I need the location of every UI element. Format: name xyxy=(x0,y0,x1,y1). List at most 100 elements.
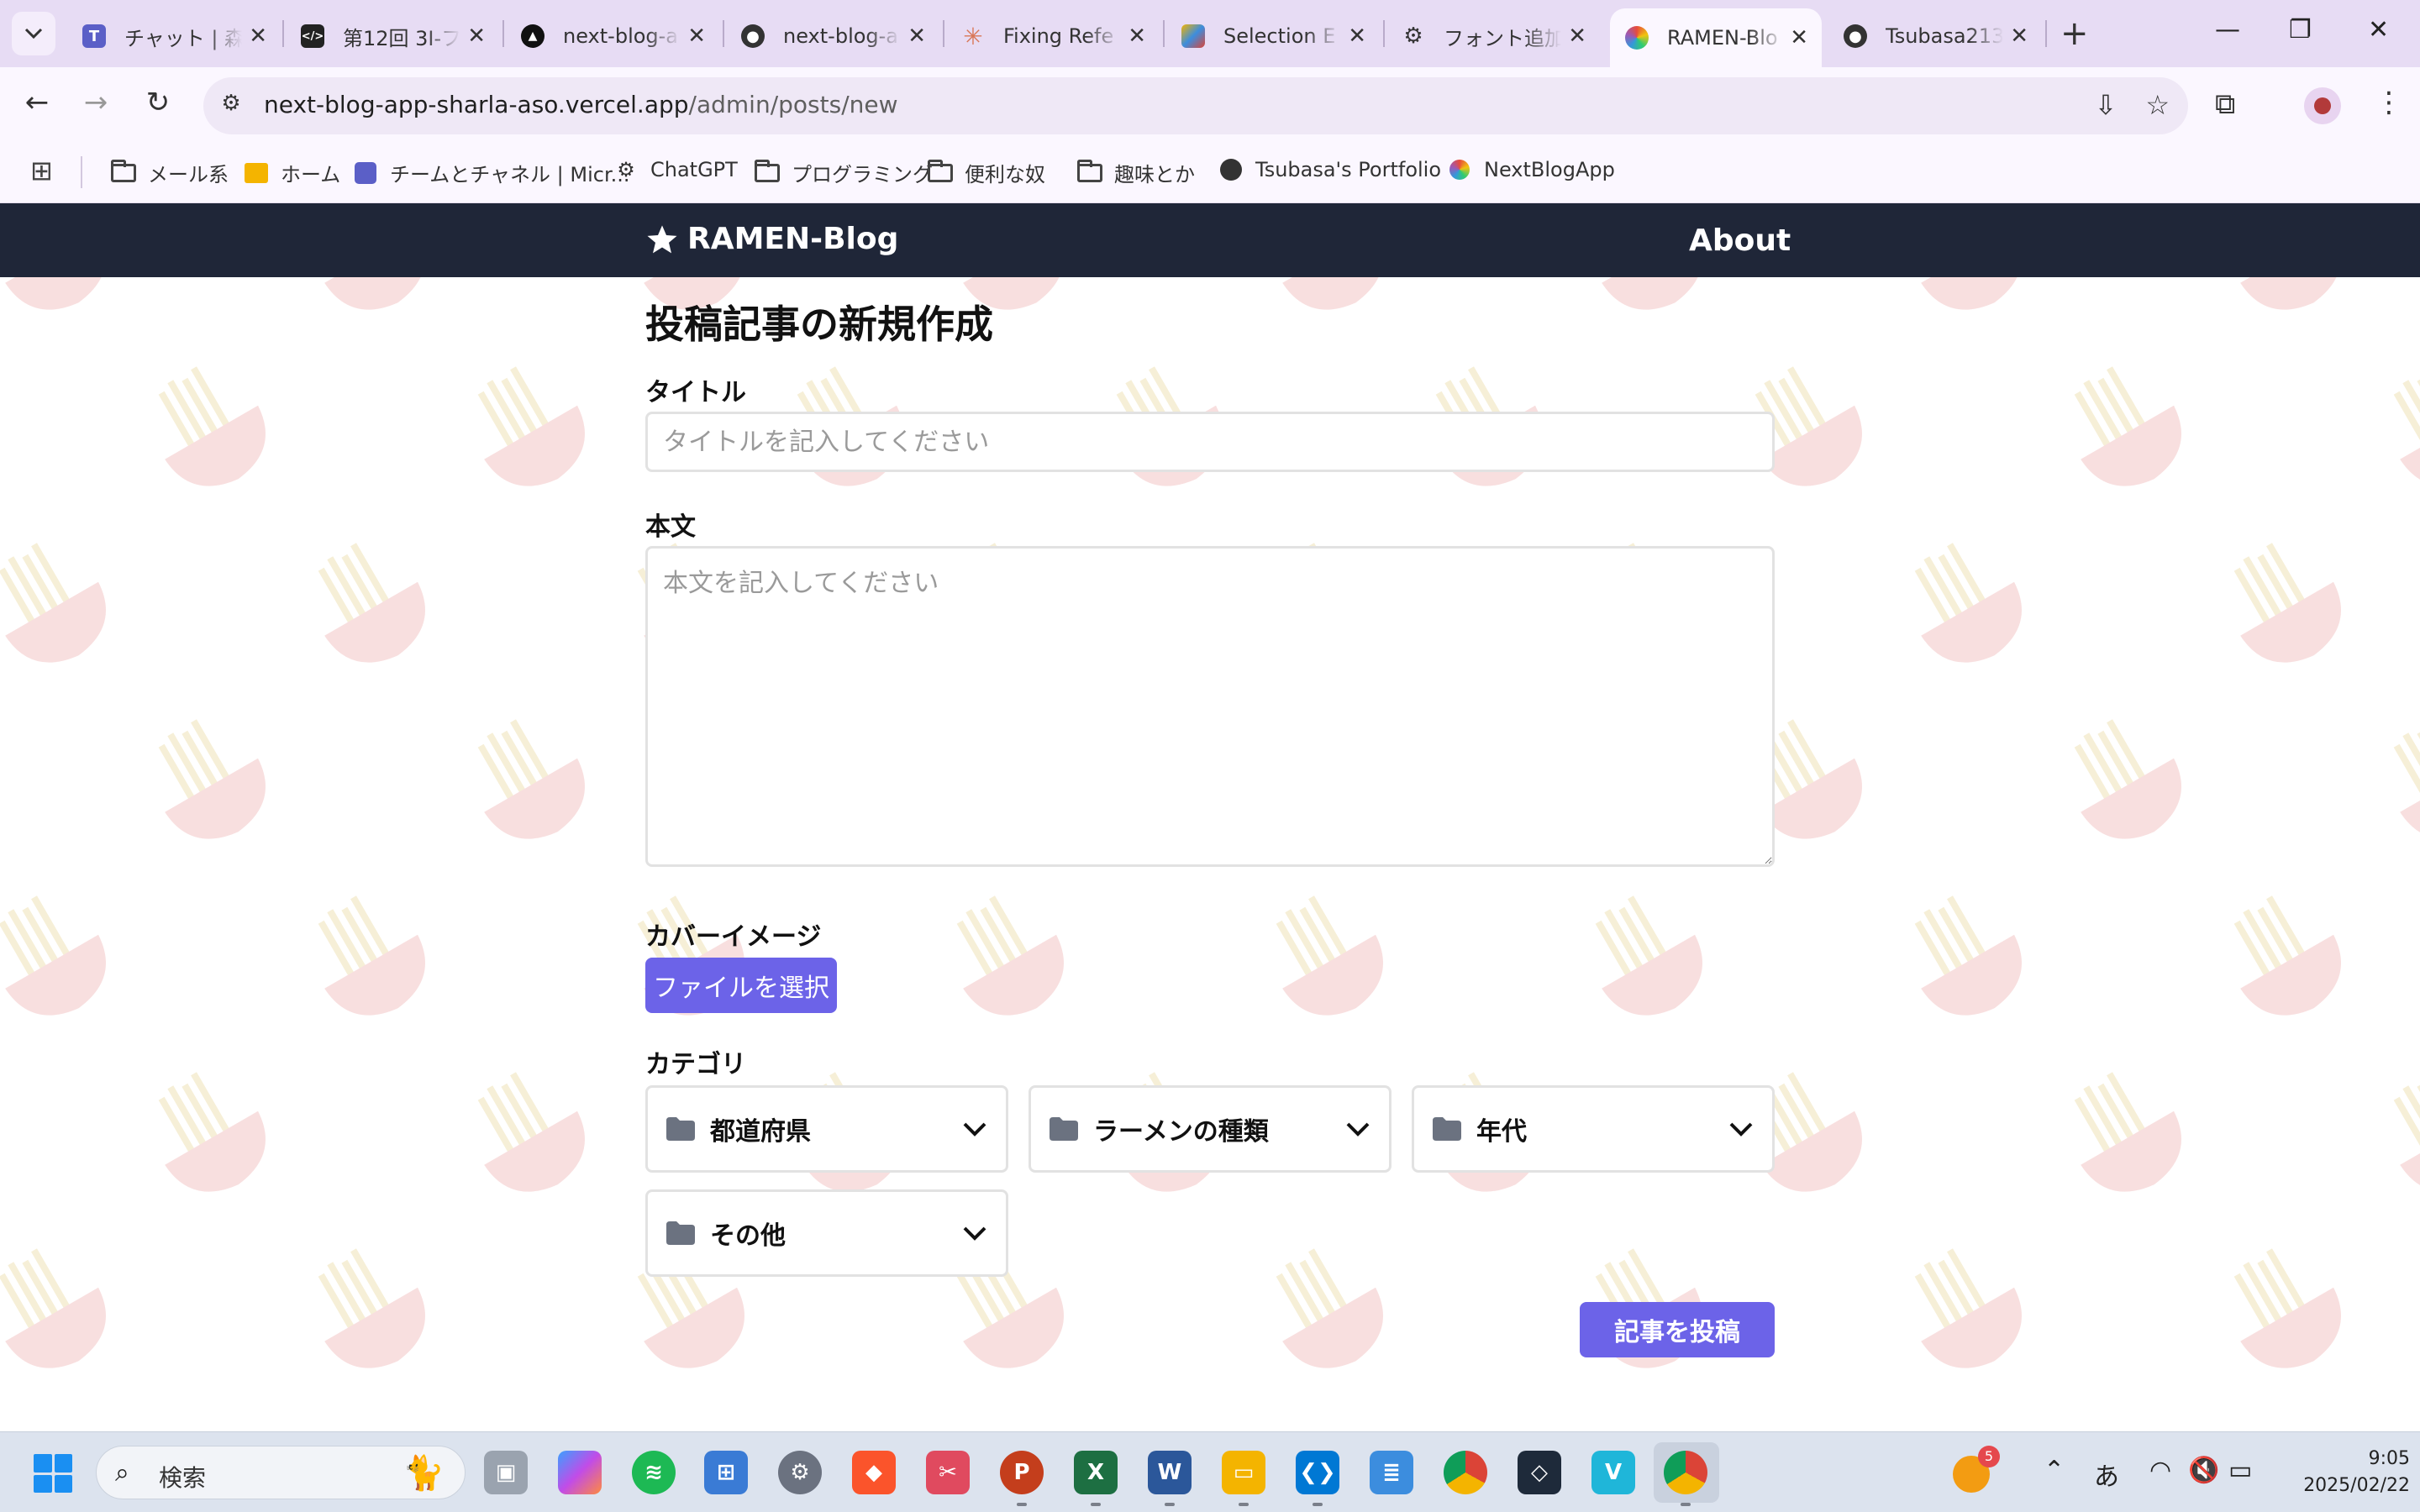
ramen-bowl-decoration xyxy=(2218,892,2353,1026)
browser-tab-7-active[interactable]: RAMEN-Blo ✕ xyxy=(1610,8,1822,67)
bookmark-label: 趣味とか xyxy=(1114,163,1195,186)
browser-tab-3[interactable]: ● next-blog-a ✕ xyxy=(726,12,939,60)
category-select-prefecture[interactable]: 都道府県 xyxy=(645,1085,1008,1173)
bookmark-label: チームとチャネル | Micr... xyxy=(390,163,630,186)
battery-icon[interactable]: ▭ xyxy=(2228,1456,2252,1485)
chevron-down-icon xyxy=(963,1122,986,1137)
back-button[interactable]: ← xyxy=(17,86,57,119)
ime-indicator[interactable]: あ xyxy=(2094,1456,2119,1493)
browser-tab-0[interactable]: T チャット | 森田 ✕ xyxy=(67,12,281,60)
window-close-button[interactable]: ✕ xyxy=(2368,15,2389,45)
extensions-icon[interactable]: ⧉ xyxy=(2215,87,2235,121)
filmora-icon[interactable]: ◇ xyxy=(1518,1451,1561,1494)
select-label: 都道府県 xyxy=(710,1117,811,1147)
bookmark-item[interactable]: NextBlogApp xyxy=(1447,158,1615,181)
browser-tab-4[interactable]: ✳ Fixing Refe ✕ xyxy=(946,12,1160,60)
bookmark-item[interactable]: 趣味とか xyxy=(1077,158,1195,187)
forward-button[interactable]: → xyxy=(76,86,116,119)
ramen-bowl-decoration xyxy=(941,892,1076,1026)
bookmark-item[interactable]: メール系 xyxy=(111,158,229,187)
store-icon[interactable]: ⊞ xyxy=(704,1451,748,1494)
vscode-icon[interactable]: ❮❯ xyxy=(1296,1451,1339,1506)
close-icon[interactable]: ✕ xyxy=(467,24,486,49)
chrome-icon[interactable] xyxy=(1444,1451,1487,1494)
bookmark-item[interactable]: Tsubasa's Portfolio xyxy=(1218,158,1441,181)
bookmark-item[interactable]: チームとチャネル | Micr... xyxy=(353,158,630,187)
browser-tab-2[interactable]: ▲ next-blog-a ✕ xyxy=(506,12,719,60)
minimize-button[interactable]: — xyxy=(2215,15,2240,45)
ramen-bowl-decoration xyxy=(2218,1245,2353,1379)
start-button[interactable] xyxy=(34,1454,72,1493)
reload-button[interactable]: ↻ xyxy=(138,86,178,119)
bookmark-label: プログラミング xyxy=(792,163,933,186)
star-icon xyxy=(647,224,677,253)
app-icon xyxy=(1625,26,1649,50)
address-bar[interactable]: ⚙ next-blog-app-sharla-aso.vercel.app/ad… xyxy=(203,77,2188,134)
body-textarea[interactable] xyxy=(645,546,1775,867)
copilot-icon[interactable] xyxy=(558,1451,602,1494)
word-icon[interactable]: W xyxy=(1148,1451,1192,1506)
spotify-icon[interactable]: ≋ xyxy=(632,1451,676,1494)
tab-search-button[interactable] xyxy=(12,12,55,55)
web-page: RAMEN-Blog About 投稿記事の新規作成 タイトル 本文 カバーイメ… xyxy=(0,203,2420,1431)
url-text[interactable]: next-blog-app-sharla-aso.vercel.app/admi… xyxy=(264,91,898,118)
close-icon[interactable]: ✕ xyxy=(249,24,267,49)
submit-post-button[interactable]: 記事を投稿 xyxy=(1580,1302,1775,1357)
page-title: 投稿記事の新規作成 xyxy=(645,302,993,347)
avatar[interactable] xyxy=(2304,87,2341,124)
bookmark-item[interactable]: ⚙ ChatGPT xyxy=(613,158,738,181)
bookmark-item[interactable]: 便利な奴 xyxy=(928,158,1045,187)
bookmark-item[interactable]: プログラミング xyxy=(755,158,933,187)
snipping-tool-icon[interactable]: ✂ xyxy=(926,1451,970,1494)
brave-icon[interactable]: ◆ xyxy=(852,1451,896,1494)
apps-grid-icon[interactable]: ⊞ xyxy=(30,155,53,186)
browser-tab-5[interactable]: Selection E ✕ xyxy=(1166,12,1380,60)
vivaldi-icon[interactable]: V xyxy=(1591,1451,1635,1494)
cover-image-label: カバーイメージ xyxy=(645,922,822,952)
browser-tab-1[interactable]: </> 第12回 3I-フ ✕ xyxy=(286,12,499,60)
powerpoint-icon[interactable]: P xyxy=(1000,1451,1044,1506)
title-input[interactable] xyxy=(645,412,1775,472)
close-icon[interactable]: ✕ xyxy=(1348,24,1366,49)
choose-file-button[interactable]: ファイルを選択 xyxy=(645,958,837,1013)
file-explorer-icon[interactable]: ▭ xyxy=(1222,1451,1265,1506)
install-app-icon[interactable]: ⇩ xyxy=(2095,89,2118,121)
close-icon[interactable]: ✕ xyxy=(1128,24,1146,49)
chrome-active-icon[interactable] xyxy=(1664,1451,1707,1506)
close-icon[interactable]: ✕ xyxy=(1568,24,1586,49)
task-view-icon[interactable]: ▣ xyxy=(484,1451,528,1494)
close-icon[interactable]: ✕ xyxy=(2010,24,2028,49)
excel-icon[interactable]: X xyxy=(1074,1451,1118,1506)
settings-icon[interactable]: ⚙ xyxy=(778,1451,822,1494)
category-select-era[interactable]: 年代 xyxy=(1412,1085,1775,1173)
wifi-icon[interactable]: ◠ xyxy=(2149,1456,2171,1485)
site-logo[interactable]: RAMEN-Blog xyxy=(645,222,898,256)
system-clock[interactable]: 9:05 2025/02/22 xyxy=(2275,1446,2410,1499)
bookmark-star-icon[interactable]: ☆ xyxy=(2145,89,2170,121)
bookmark-item[interactable]: ホーム xyxy=(244,158,340,187)
taskbar-search[interactable]: ⌕ 検索 🐈 xyxy=(96,1446,466,1499)
browser-menu-icon[interactable]: ⋮ xyxy=(2375,86,2403,119)
folder-icon xyxy=(111,159,136,184)
browser-tab-8[interactable]: ● Tsubasa213 ✕ xyxy=(1828,12,2042,60)
volume-muted-icon[interactable]: 🔇 xyxy=(2188,1456,2219,1485)
category-select-other[interactable]: その他 xyxy=(645,1189,1008,1277)
close-icon[interactable]: ✕ xyxy=(1790,25,1808,50)
folder-icon xyxy=(1077,159,1102,184)
ramen-bowl-decoration xyxy=(302,892,437,1026)
restore-button[interactable]: ❐ xyxy=(2289,15,2312,45)
chevron-up-icon[interactable]: ⌃ xyxy=(2044,1456,2065,1485)
tab-title: Tsubasa213 xyxy=(1886,24,2003,48)
ramen-bowl-decoration xyxy=(462,1068,597,1203)
url-path: /admin/posts/new xyxy=(688,91,898,118)
chatgpt-icon: ⚙ xyxy=(617,158,635,181)
close-icon[interactable]: ✕ xyxy=(687,24,706,49)
category-select-ramen-type[interactable]: ラーメンの種類 xyxy=(1028,1085,1392,1173)
folder-icon xyxy=(666,1221,695,1245)
close-icon[interactable]: ✕ xyxy=(908,24,926,49)
nav-about-link[interactable]: About xyxy=(1689,223,1791,258)
site-info-icon[interactable]: ⚙ xyxy=(215,91,247,121)
browser-tab-6[interactable]: ⚙ フォント追加 ✕ xyxy=(1386,12,1600,60)
new-tab-button[interactable]: + xyxy=(2060,17,2089,50)
notepad-icon[interactable]: ≣ xyxy=(1370,1451,1413,1494)
